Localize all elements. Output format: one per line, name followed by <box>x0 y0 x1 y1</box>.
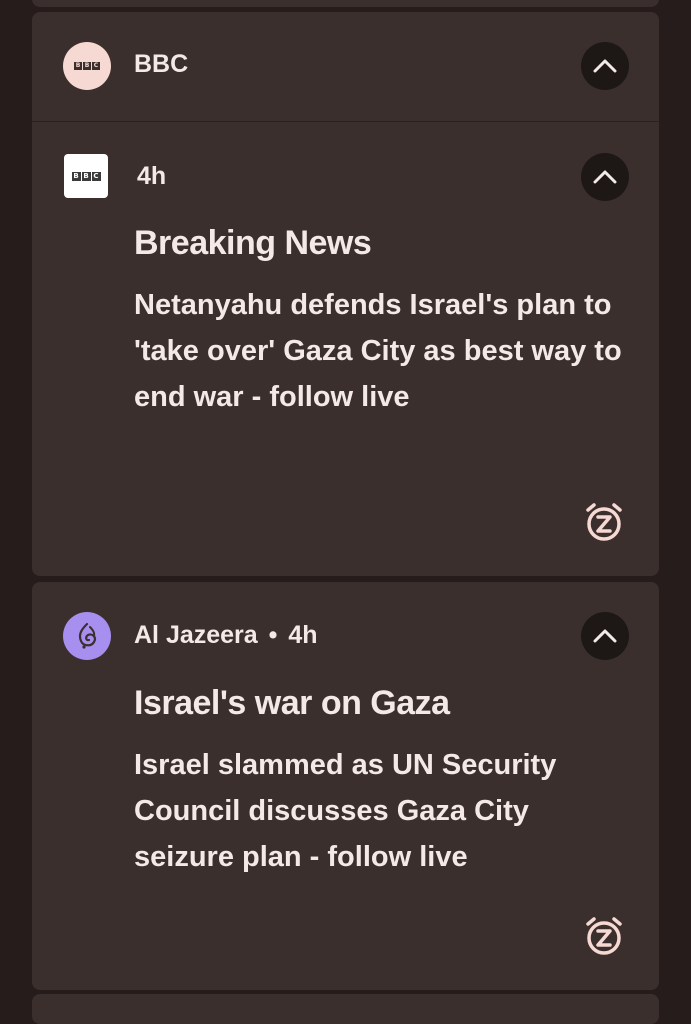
meta-separator: • <box>268 621 278 649</box>
notification-body: Netanyahu defends Israel's plan to 'take… <box>134 289 622 413</box>
bbc-app-icon: B B C <box>63 42 111 90</box>
notification-time: 4h <box>137 162 167 190</box>
divider <box>32 121 659 122</box>
bbc-logo-letter: B <box>74 62 82 70</box>
next-notification-card <box>32 994 659 1024</box>
notification-meta: Al Jazeera • 4h <box>134 621 318 650</box>
collapse-notification-button[interactable] <box>581 153 629 201</box>
bbc-logo-icon: B B C <box>74 62 100 70</box>
snooze-button[interactable] <box>583 501 625 543</box>
notification-time: 4h <box>288 621 318 649</box>
notification-body: Israel slammed as UN Security Council di… <box>134 749 557 873</box>
bbc-logo-letter: C <box>91 171 101 181</box>
chevron-up-icon <box>593 629 617 643</box>
bbc-notification-icon: B B C <box>64 154 108 198</box>
bbc-notification-group[interactable]: B B C BBC B B C 4h Breaking News Netanya… <box>32 12 659 576</box>
app-name: Al Jazeera <box>134 621 258 649</box>
bbc-group-header[interactable]: B B C BBC <box>32 12 659 122</box>
al-jazeera-logo-icon <box>78 622 96 649</box>
notification-title: Israel's war on Gaza <box>134 684 450 722</box>
bbc-logo-icon: B B C <box>71 171 101 181</box>
chevron-up-icon <box>593 170 617 184</box>
previous-notification-card <box>32 0 659 7</box>
collapse-group-button[interactable] <box>581 42 629 90</box>
bbc-logo-letter: B <box>81 171 91 181</box>
al-jazeera-notification[interactable]: Al Jazeera • 4h Israel's war on Gaza Isr… <box>32 582 659 990</box>
notification-title: Breaking News <box>134 224 372 262</box>
bbc-app-name: BBC <box>134 50 189 78</box>
snooze-icon <box>586 503 622 541</box>
bbc-logo-letter: B <box>83 62 91 70</box>
collapse-notification-button[interactable] <box>581 612 629 660</box>
snooze-button[interactable] <box>583 915 625 957</box>
al-jazeera-app-icon <box>63 612 111 660</box>
bbc-logo-letter: B <box>71 171 81 181</box>
bbc-logo-letter: C <box>92 62 100 70</box>
snooze-icon <box>586 917 622 955</box>
chevron-up-icon <box>593 59 617 73</box>
